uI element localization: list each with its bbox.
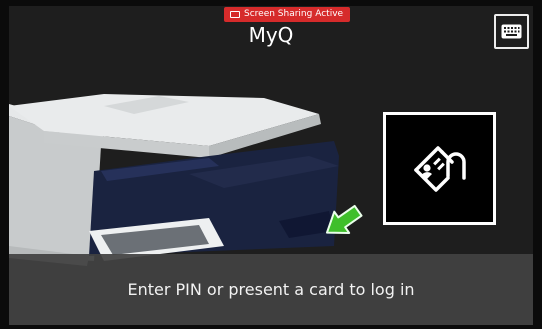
card-reader-panel: [383, 112, 496, 225]
login-prompt-text: Enter PIN or present a card to log in: [127, 280, 415, 299]
app-title: MyQ: [248, 23, 294, 47]
keyboard-button[interactable]: [494, 14, 529, 49]
card-reader-icon: [413, 145, 466, 192]
screen-sharing-badge: Screen Sharing Active: [224, 7, 351, 22]
keyboard-icon: [501, 24, 522, 39]
screen-share-icon: [230, 11, 240, 18]
login-screen: Screen Sharing Active MyQ Enter PIN or p…: [9, 6, 533, 325]
login-prompt-banner: Enter PIN or present a card to log in: [9, 254, 533, 325]
screen-sharing-label: Screen Sharing Active: [244, 9, 344, 19]
